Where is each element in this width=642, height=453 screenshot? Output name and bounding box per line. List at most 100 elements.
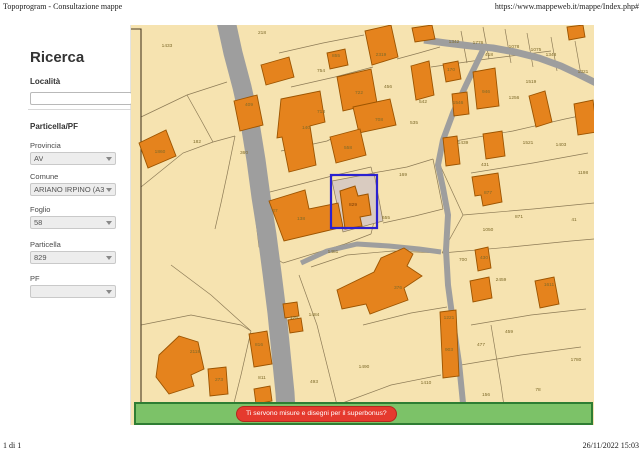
chevron-down-icon bbox=[106, 290, 112, 294]
building bbox=[473, 68, 499, 109]
parcel-number-label: 903 bbox=[445, 347, 453, 353]
pf-label: PF bbox=[30, 274, 40, 283]
print-page: { "page": { "title_left": "Topoprogram -… bbox=[0, 0, 642, 453]
parcel-number-label: 430 bbox=[480, 255, 488, 261]
parcel-number-label: 1403 bbox=[556, 142, 567, 148]
parcel-number-label: 1611 bbox=[544, 282, 555, 288]
parcel-number-label: 156 bbox=[482, 392, 490, 398]
parcel-number-label: 1342 bbox=[449, 39, 460, 45]
parcel-number-label: 816 bbox=[255, 342, 263, 348]
parcel-number-label: 855 bbox=[332, 53, 340, 59]
parcel-number-label: 1521 bbox=[523, 140, 534, 146]
parcel-number-label: 2118 bbox=[190, 349, 201, 355]
foglio-select[interactable]: 58 bbox=[30, 216, 116, 229]
building bbox=[483, 131, 505, 159]
sidebar-divider bbox=[28, 109, 134, 110]
comune-label: Comune bbox=[30, 172, 58, 181]
parcel-number-label: 1075 bbox=[531, 47, 542, 53]
comune-select[interactable]: ARIANO IRPINO (A399 bbox=[30, 183, 116, 196]
parcel-number-label: 713 bbox=[317, 109, 325, 115]
parcel-number-label: 655 bbox=[382, 215, 390, 221]
parcel-number-label: 41 bbox=[571, 217, 577, 223]
parcel-number-label: 126 bbox=[290, 315, 298, 321]
provincia-label: Provincia bbox=[30, 141, 61, 150]
provincia-select-value: AV bbox=[34, 154, 43, 163]
particella-select-value: 829 bbox=[34, 253, 47, 262]
parcel-number-label: 1348 bbox=[546, 52, 557, 58]
parcel-number-label: 1321 bbox=[578, 69, 589, 75]
parcel-number-label: 1546 bbox=[453, 100, 464, 106]
parcel-number-label: 877 bbox=[484, 190, 492, 196]
parcel-number-label: 946 bbox=[482, 89, 490, 95]
localita-input[interactable] bbox=[30, 92, 132, 105]
parcel-number-label: 27 bbox=[272, 208, 278, 214]
provincia-select[interactable]: AV bbox=[30, 152, 116, 165]
cadastral-map[interactable]: 1433218855754231945672271370855814016965… bbox=[131, 25, 594, 425]
parcel-number-label: 1776 bbox=[473, 40, 484, 46]
parcel-number-label: 535 bbox=[410, 120, 418, 126]
print-footer-page-number: 1 di 1 bbox=[3, 441, 21, 450]
parcel-number-label: 811 bbox=[258, 375, 266, 381]
parcel-number-label: 170 bbox=[447, 67, 455, 73]
comune-select-value: ARIANO IRPINO (A399 bbox=[34, 185, 104, 194]
parcel-number-label: 708 bbox=[375, 117, 383, 123]
parcel-number-label: 871 bbox=[515, 214, 523, 220]
parcel-number-label: 1256 bbox=[509, 95, 520, 101]
chevron-down-icon bbox=[106, 188, 112, 192]
print-footer-datetime: 26/11/2022 15:03 bbox=[583, 441, 639, 450]
parcel-number-label: 700 bbox=[459, 257, 467, 263]
chevron-down-icon bbox=[106, 256, 112, 260]
parcel-number-label: 418 bbox=[485, 52, 493, 58]
parcel-number-label: 78 bbox=[535, 387, 541, 393]
particella-pf-section-title: Particella/PF bbox=[30, 122, 78, 131]
parcel-number-label: 1198 bbox=[578, 170, 589, 176]
parcel-number-label: 218 bbox=[258, 30, 266, 36]
parcel-number-label: 140 bbox=[302, 125, 310, 131]
parcel-number-label: 1780 bbox=[571, 357, 582, 363]
parcel-number-label: 1221 bbox=[444, 315, 455, 321]
localita-label: Località bbox=[30, 77, 60, 86]
parcel-number-label: 456 bbox=[384, 84, 392, 90]
superbonus-button[interactable]: Ti servono misure e disegni per il super… bbox=[236, 406, 397, 422]
search-title: Ricerca bbox=[30, 49, 84, 66]
cadastral-map-canvas[interactable]: 1433218855754231945672271370855814016965… bbox=[131, 25, 594, 425]
parcel-number-label: 754 bbox=[317, 68, 325, 74]
pf-select[interactable] bbox=[30, 285, 116, 298]
parcel-number-label: 1481 bbox=[328, 249, 339, 255]
parcel-number-label: 477 bbox=[477, 342, 485, 348]
parcel-number-label: 376 bbox=[394, 285, 402, 291]
chevron-down-icon bbox=[106, 221, 112, 225]
parcel-number-label: 182 bbox=[193, 139, 201, 145]
chevron-down-icon bbox=[106, 157, 112, 161]
parcel-number-label: 542 bbox=[419, 99, 427, 105]
parcel-number-label: 1484 bbox=[309, 312, 320, 318]
parcel-number-label: 138 bbox=[297, 216, 305, 222]
parcel-number-label: 169 bbox=[399, 172, 407, 178]
parcel-number-label: 273 bbox=[215, 377, 223, 383]
promo-banner: Ti servono misure e disegni per il super… bbox=[134, 402, 593, 425]
foglio-select-value: 58 bbox=[34, 218, 42, 227]
parcel-number-label: 1433 bbox=[162, 43, 173, 49]
parcel-number-label: 1519 bbox=[526, 79, 537, 85]
building bbox=[567, 25, 585, 40]
building bbox=[470, 277, 492, 302]
building bbox=[412, 25, 435, 42]
parcel-number-label: 1490 bbox=[359, 364, 370, 370]
parcel-number-label: 2459 bbox=[496, 277, 507, 283]
foglio-label: Foglio bbox=[30, 205, 50, 214]
parcel-number-label: 558 bbox=[344, 145, 352, 151]
parcel-number-label: 493 bbox=[310, 379, 318, 385]
search-sidebar: Ricerca Località Particella/PF Provincia… bbox=[0, 25, 131, 425]
parcel-number-label: 1439 bbox=[458, 140, 469, 146]
parcel-number-label: 1860 bbox=[155, 149, 166, 155]
particella-label: Particella bbox=[30, 240, 61, 249]
parcel-number-label: 1078 bbox=[509, 44, 520, 50]
parcel-number-label: 722 bbox=[355, 90, 363, 96]
parcel-number-label: 1410 bbox=[421, 380, 432, 386]
parcel-number-label: 829 bbox=[349, 202, 357, 208]
parcel-number-label: 459 bbox=[505, 329, 513, 335]
building bbox=[574, 100, 594, 135]
parcel-number-label: 360 bbox=[240, 150, 248, 156]
particella-select[interactable]: 829 bbox=[30, 251, 116, 264]
print-header-url: https://www.mappeweb.it/mappe/Index.php# bbox=[495, 2, 639, 11]
